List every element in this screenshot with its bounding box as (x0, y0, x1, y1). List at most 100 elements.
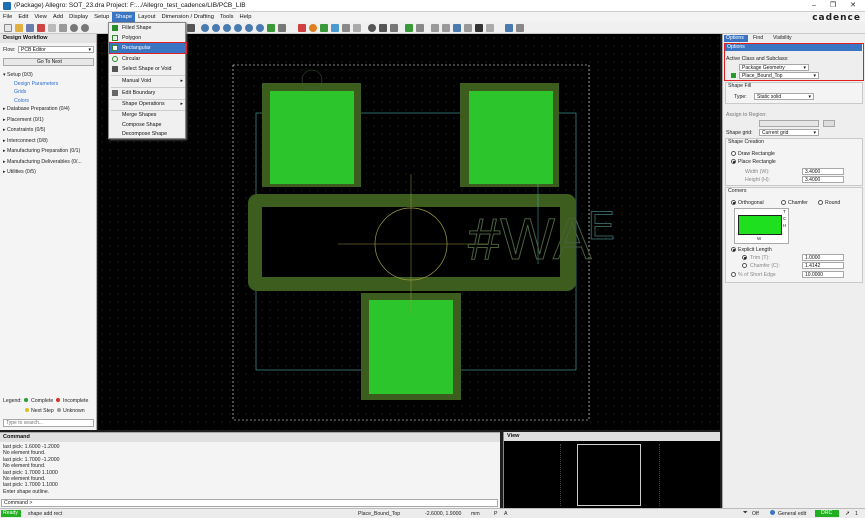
visibility-icon[interactable] (368, 24, 376, 32)
menu-add[interactable]: Add (50, 12, 66, 22)
menu-dimension-drafting[interactable]: Dimension / Drafting (158, 12, 217, 22)
text-edit-icon[interactable] (416, 24, 424, 32)
menu-item-rectangular[interactable]: Rectangular (109, 42, 187, 54)
measure-icon[interactable] (342, 24, 350, 32)
cut-icon[interactable] (37, 24, 45, 32)
redo-icon[interactable] (81, 24, 89, 32)
workflow-item[interactable]: ▸ Placement (0/1) (3, 117, 44, 123)
trim-radio[interactable] (742, 255, 747, 260)
workflow-subitem[interactable]: Colors (14, 98, 29, 104)
place-rectangle-radio[interactable] (731, 159, 736, 164)
pin-icon[interactable] (405, 24, 413, 32)
menu-item-decompose-shape[interactable]: Decompose Shape (110, 129, 186, 139)
menu-item-circular[interactable]: Circular (110, 54, 186, 64)
workflow-subitem[interactable]: Design Parameters (14, 81, 58, 87)
tab-options[interactable]: Options (724, 35, 748, 42)
explicit-length-radio[interactable] (731, 247, 736, 252)
shape-grid-select[interactable]: Current grid ▾ (759, 129, 819, 136)
zoom-out-icon[interactable] (234, 24, 242, 32)
menu-file[interactable]: File (0, 12, 15, 22)
short-edge-radio[interactable] (731, 272, 736, 277)
workflow-item[interactable]: ▾ Setup (0/3) (3, 72, 33, 78)
via-icon[interactable] (453, 24, 461, 32)
grid-icon[interactable] (331, 24, 339, 32)
flow-select[interactable]: PCB Editor ▾ (18, 46, 94, 53)
workflow-item[interactable]: ▸ Utilities (0/5) (3, 169, 36, 175)
drc-indicator[interactable]: DRC (815, 510, 839, 517)
chamfer-c-input[interactable]: 1.4142 (802, 262, 844, 269)
menu-layout[interactable]: Layout (135, 12, 158, 22)
workflow-item[interactable]: ▸ Interconnect (0/8) (3, 138, 48, 144)
flip-icon[interactable] (187, 24, 195, 32)
region-button[interactable] (823, 120, 835, 127)
status-edit-mode[interactable]: General edit (778, 511, 806, 517)
delete-icon[interactable] (59, 24, 67, 32)
3d-view-icon[interactable] (278, 24, 286, 32)
close-icon[interactable]: ✕ (846, 1, 860, 11)
minimize-icon[interactable]: – (807, 1, 821, 11)
redraw-icon[interactable] (267, 24, 275, 32)
maximize-icon[interactable]: ❐ (826, 1, 840, 11)
menu-display[interactable]: Display (66, 12, 91, 22)
zoom-fit-icon[interactable] (212, 24, 220, 32)
new-file-icon[interactable] (4, 24, 12, 32)
region-select[interactable] (759, 120, 819, 127)
round-radio[interactable] (818, 200, 823, 205)
go-to-next-button[interactable]: Go To Next (3, 58, 94, 66)
workflow-item[interactable]: ▸ Database Preparation (0/4) (3, 106, 70, 112)
status-p[interactable]: P (494, 511, 497, 517)
check-icon[interactable] (464, 24, 472, 32)
tab-find[interactable]: Find (751, 35, 763, 41)
workflow-item[interactable]: ▸ Manufacturing Deliverables (0/... (3, 159, 82, 165)
filter-icon[interactable]: ⏷ (743, 510, 748, 517)
menu-setup[interactable]: Setup (91, 12, 112, 22)
orthogonal-radio[interactable] (731, 200, 736, 205)
workflow-item[interactable]: ▸ Manufacturing Preparation (0/1) (3, 148, 80, 154)
workflow-search-input[interactable] (3, 419, 94, 427)
chamfer-c-radio[interactable] (742, 263, 747, 268)
height-input[interactable]: 3.4000 (802, 176, 844, 183)
zoom-world-icon[interactable] (245, 24, 253, 32)
chamfer-radio[interactable] (781, 200, 786, 205)
text-icon[interactable] (390, 24, 398, 32)
menu-help[interactable]: Help (237, 12, 255, 22)
open-folder-icon[interactable] (15, 24, 23, 32)
save-icon[interactable] (26, 24, 34, 32)
design-canvas[interactable]: #WA E (98, 34, 720, 430)
property-icon[interactable] (353, 24, 361, 32)
width-input[interactable]: 3.4000 (802, 168, 844, 175)
report-icon[interactable] (505, 24, 513, 32)
undo-icon[interactable] (70, 24, 78, 32)
subclass-select[interactable]: Place_Bound_Top ▾ (739, 72, 819, 79)
command-input[interactable]: Command > (1, 499, 498, 507)
subclass-color-swatch[interactable] (731, 73, 736, 78)
menu-shape[interactable]: Shape (112, 12, 136, 22)
zoom-in-icon[interactable] (223, 24, 231, 32)
draw-rectangle-radio[interactable] (731, 151, 736, 156)
menu-item-select-shape[interactable]: Select Shape or Void (110, 64, 186, 74)
menu-item-shape-operations[interactable]: Shape Operations ▸ (110, 99, 186, 109)
menu-edit[interactable]: Edit (15, 12, 31, 22)
trim-input[interactable]: 1.0000 (802, 254, 844, 261)
shape-edit-icon[interactable] (475, 24, 483, 32)
layer-icon[interactable] (320, 24, 328, 32)
menu-tools[interactable]: Tools (217, 12, 237, 22)
menu-item-manual-void[interactable]: Manual Void ▸ (110, 76, 186, 86)
display-icon[interactable] (379, 24, 387, 32)
status-off[interactable]: Off (752, 511, 759, 517)
slide-icon[interactable] (442, 24, 450, 32)
tab-visibility[interactable]: Visibility (771, 35, 792, 41)
menu-view[interactable]: View (31, 12, 49, 22)
copy-icon[interactable] (48, 24, 56, 32)
workflow-subitem[interactable]: Grids (14, 89, 26, 95)
workflow-item[interactable]: ▸ Constraints (0/5) (3, 127, 45, 133)
zoom-points-icon[interactable] (201, 24, 209, 32)
type-select[interactable]: Static solid ▾ (754, 93, 814, 100)
help-icon[interactable] (516, 24, 524, 32)
dimension-icon[interactable] (486, 24, 494, 32)
view-window-box[interactable] (577, 444, 641, 506)
menu-item-edit-boundary[interactable]: Edit Boundary (110, 88, 186, 98)
menu-item-merge-shapes[interactable]: Merge Shapes (110, 110, 186, 120)
status-a[interactable]: A (504, 511, 507, 517)
class-select[interactable]: Package Geometry ▾ (739, 64, 809, 71)
